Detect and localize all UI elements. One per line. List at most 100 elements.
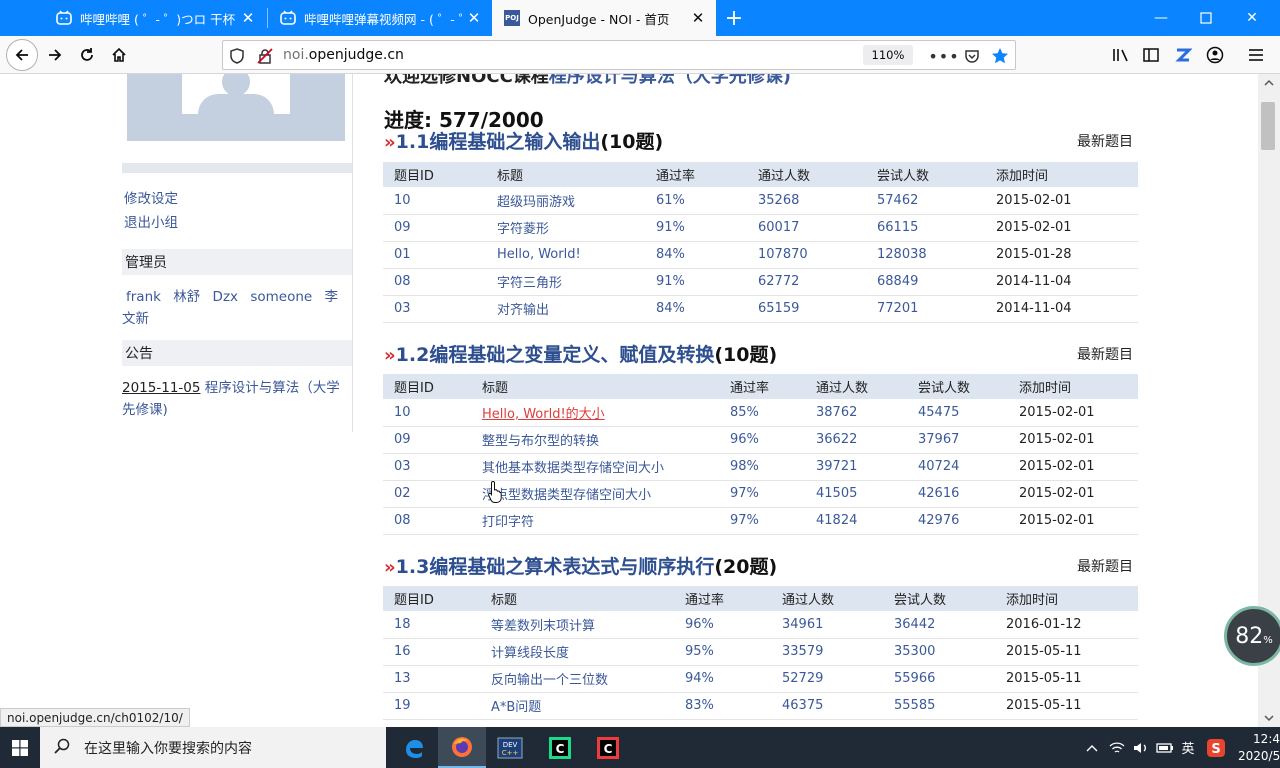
admin-link[interactable]: frank <box>126 289 161 305</box>
address-bar[interactable]: noi.openjudge.cn 110% ••• <box>222 40 1016 70</box>
admin-link[interactable]: Dzx <box>213 289 238 305</box>
table-cell: 09 <box>383 214 486 242</box>
problem-id-link[interactable]: 09 <box>394 432 411 447</box>
volume-tray-icon[interactable] <box>1130 727 1152 768</box>
tab-openjudge[interactable]: POJ OpenJudge - NOI - 首页 ✕ <box>492 0 716 36</box>
problem-title-link[interactable]: 其他基本数据类型存储空间大小 <box>482 461 664 476</box>
problem-id-link[interactable]: 09 <box>394 220 411 235</box>
problem-title-link[interactable]: 等差数列末项计算 <box>491 619 595 634</box>
problem-id-link[interactable]: 03 <box>394 301 411 316</box>
course-link[interactable]: 程序设计与算法（大学先修课) <box>549 74 791 87</box>
back-button[interactable] <box>6 39 38 71</box>
tab-bilibili-2[interactable]: 哔哩哔哩弹幕视频网 - ( ゜- ゜) ✕ <box>268 0 492 36</box>
system-clock[interactable]: 12:4 2020/5 <box>1238 731 1280 765</box>
problem-id-link[interactable]: 08 <box>394 513 411 528</box>
page-actions-icon[interactable]: ••• <box>928 45 958 67</box>
insecure-lock-icon[interactable] <box>255 46 275 66</box>
power-tray-icon[interactable] <box>1154 727 1176 768</box>
problem-title-link[interactable]: 字符三角形 <box>497 276 562 291</box>
taskbar-app-clion[interactable]: C <box>536 727 584 768</box>
taskbar-app-devcpp[interactable]: DEV C++ <box>486 727 534 768</box>
library-button[interactable] <box>1106 40 1136 70</box>
problem-id-link[interactable]: 10 <box>394 193 411 208</box>
zoom-level-badge[interactable]: 110% <box>863 45 913 65</box>
leave-group-link[interactable]: 退出小组 <box>124 211 178 231</box>
show-hidden-icons-button[interactable] <box>1082 727 1102 768</box>
table-cell: 2016-01-12 <box>995 611 1138 639</box>
latest-problems-link[interactable]: 最新题目 <box>1077 344 1133 364</box>
url-domain: openjudge.cn <box>308 47 404 63</box>
problem-id-link[interactable]: 02 <box>394 486 411 501</box>
section-title-1-2[interactable]: »1.2编程基础之变量定义、赋值及转换(10题) <box>384 340 777 367</box>
pass-rate: 91% <box>656 220 685 235</box>
taskbar-app-firefox[interactable] <box>438 727 486 768</box>
table-cell: 96% <box>719 426 805 454</box>
scrollbar-thumb[interactable] <box>1261 102 1275 150</box>
table-cell: 2015-02-01 <box>985 214 1138 242</box>
table-header-row: 题目ID 标题 通过率 通过人数 尝试人数 添加时间 <box>383 586 1138 611</box>
problem-title-link[interactable]: A*B问题 <box>491 700 541 715</box>
problem-id-link[interactable]: 13 <box>394 671 411 686</box>
latest-problems-link[interactable]: 最新题目 <box>1077 131 1133 151</box>
section-title-1-1[interactable]: »1.1编程基础之输入输出(10题) <box>384 127 663 154</box>
minimize-button[interactable]: — <box>1138 0 1184 36</box>
problem-id-link[interactable]: 18 <box>394 617 411 632</box>
close-tab-icon[interactable]: ✕ <box>236 6 260 30</box>
problem-id-link[interactable]: 10 <box>394 405 411 420</box>
problem-id-link[interactable]: 03 <box>394 459 411 474</box>
tab-bilibili-1[interactable]: 哔哩哔哩 ( ゜- ゜)つロ 干杯~-bi ✕ <box>44 0 266 36</box>
forward-button[interactable] <box>40 40 70 70</box>
speed-gauge-widget[interactable]: 82% <box>1224 606 1280 666</box>
problem-title-link[interactable]: 打印字符 <box>482 515 534 530</box>
bookmark-star-icon[interactable] <box>989 45 1011 67</box>
problem-title-link[interactable]: 超级玛丽游戏 <box>497 195 575 210</box>
notice-date: 2015-11-05 <box>122 380 201 396</box>
table-cell: 01 <box>383 241 486 269</box>
ime-indicator[interactable]: 英 <box>1178 727 1198 768</box>
accepted-count: 39721 <box>816 459 858 474</box>
sogou-ime-icon[interactable]: S <box>1204 727 1228 768</box>
section-title-1-3[interactable]: »1.3编程基础之算术表达式与顺序执行(20题) <box>384 552 777 579</box>
taskbar-app-edge[interactable] <box>390 727 438 768</box>
table-cell: 19 <box>383 692 480 720</box>
admin-link[interactable]: someone <box>250 289 312 305</box>
table-cell: 整型与布尔型的转换 <box>471 426 719 454</box>
start-button[interactable] <box>0 727 40 768</box>
edit-settings-link[interactable]: 修改设定 <box>124 187 178 207</box>
problem-title-link[interactable]: Hello, World!的大小 <box>482 407 605 422</box>
close-window-button[interactable]: ✕ <box>1229 0 1275 36</box>
close-tab-icon[interactable]: ✕ <box>462 6 486 30</box>
status-url-bar: noi.openjudge.cn/ch0102/10/ <box>0 708 190 727</box>
admin-link[interactable]: 林舒 <box>173 289 200 305</box>
problem-title-link[interactable]: 整型与布尔型的转换 <box>482 434 599 449</box>
network-tray-icon[interactable] <box>1106 727 1128 768</box>
problem-title-link[interactable]: 对齐输出 <box>497 303 549 318</box>
problem-id-link[interactable]: 19 <box>394 698 411 713</box>
account-button[interactable] <box>1200 40 1230 70</box>
problem-title-link[interactable]: 反向输出一个三位数 <box>491 673 608 688</box>
windows-logo-icon <box>12 739 28 756</box>
reload-button[interactable] <box>72 40 102 70</box>
table-row: 19 A*B问题 83% 46375 55585 2015-05-11 <box>383 692 1138 720</box>
added-date: 2015-02-01 <box>1019 404 1095 420</box>
pocket-icon[interactable] <box>961 45 983 67</box>
problem-title-link[interactable]: 计算线段长度 <box>491 646 569 661</box>
problem-title-link[interactable]: 字符菱形 <box>497 222 549 237</box>
taskbar-search-box[interactable]: 在这里输入你要搜索的内容 <box>40 727 386 768</box>
table-cell: 16 <box>383 638 480 666</box>
problem-id-link[interactable]: 08 <box>394 274 411 289</box>
latest-problems-link[interactable]: 最新题目 <box>1077 556 1133 576</box>
problem-title-link[interactable]: Hello, World! <box>497 247 581 262</box>
problem-id-link[interactable]: 01 <box>394 247 411 262</box>
shield-icon[interactable] <box>227 46 247 66</box>
new-tab-button[interactable]: + <box>720 4 748 32</box>
close-tab-icon[interactable]: ✕ <box>686 6 710 30</box>
sidebar-toggle-button[interactable] <box>1136 40 1166 70</box>
problem-id-link[interactable]: 16 <box>394 644 411 659</box>
home-button[interactable] <box>104 40 134 70</box>
taskbar-app-codeblocks[interactable]: C <box>584 727 632 768</box>
problem-title-link[interactable]: 浮点型数据类型存储空间大小 <box>482 488 651 503</box>
maximize-button[interactable] <box>1183 0 1229 36</box>
extension-button[interactable] <box>1168 40 1198 70</box>
menu-button[interactable] <box>1241 40 1271 70</box>
